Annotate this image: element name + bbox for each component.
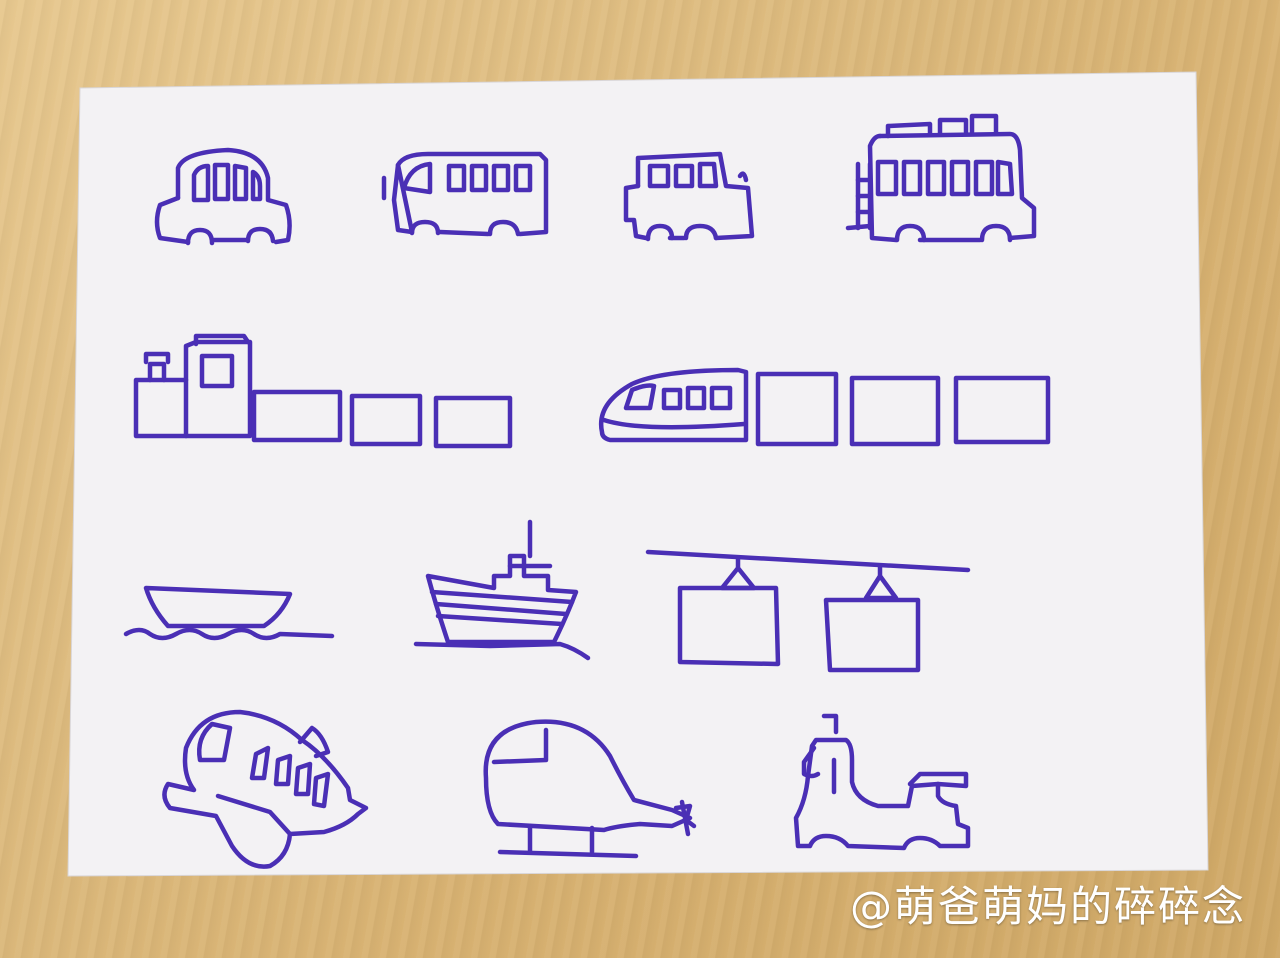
steam-train-drawing bbox=[133, 333, 513, 449]
helicopter-drawing bbox=[483, 719, 697, 859]
minibus-drawing bbox=[381, 151, 549, 237]
rowboat-drawing bbox=[123, 585, 335, 641]
watermark: @萌爸萌妈的碎碎念 bbox=[849, 882, 1246, 931]
high-speed-train-drawing bbox=[598, 367, 1051, 447]
car-drawing bbox=[154, 147, 292, 246]
van-drawing bbox=[623, 151, 755, 242]
scooter-drawing bbox=[793, 713, 971, 851]
airplane-drawing bbox=[162, 709, 369, 869]
ship-drawing bbox=[413, 519, 591, 661]
camper-bus-drawing bbox=[845, 113, 1037, 243]
cable-car-drawing bbox=[645, 549, 971, 673]
